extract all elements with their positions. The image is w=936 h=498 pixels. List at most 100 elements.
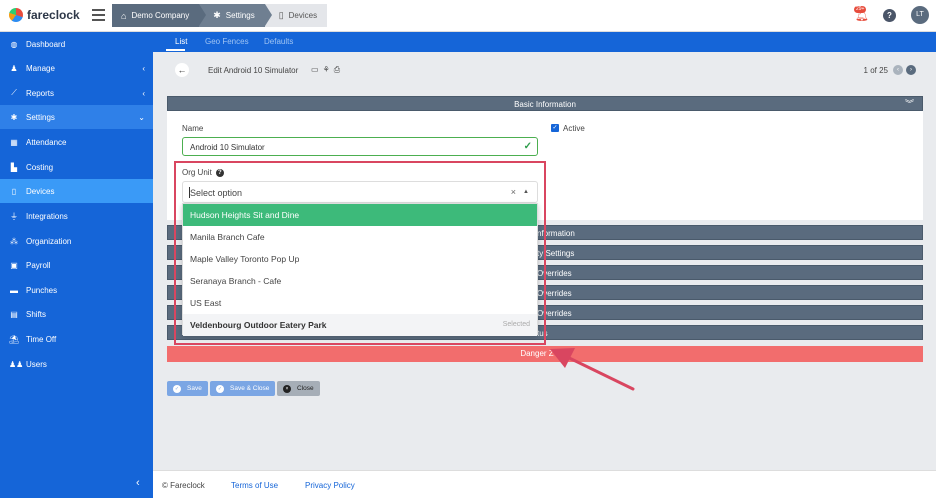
id-card-icon[interactable]: ▭ — [311, 65, 323, 74]
dashboard-icon: ◍ — [10, 39, 18, 49]
org-unit-dropdown: Hudson Heights Sit and Dine Manila Branc… — [182, 203, 538, 336]
active-tab-indicator — [166, 49, 185, 51]
breadcrumb: ⌂ Demo Company ✱ Settings ▯ Devices — [112, 4, 328, 27]
punch-icon: ▬ — [10, 285, 18, 295]
dropdown-option-selected[interactable]: Veldenbourg Outdoor Eatery Park Selected — [183, 314, 537, 336]
bike-icon[interactable]: ⚘ — [323, 65, 334, 74]
tab-bar: List Geo Fences Defaults — [153, 32, 936, 52]
sidebar-item-label: Users — [26, 359, 47, 369]
chevron-icon[interactable]: ‹ — [142, 89, 145, 98]
plug-icon: ⏚ — [10, 211, 18, 221]
dropdown-option[interactable]: Manila Branch Cafe — [183, 226, 537, 248]
sidebar-item-label: Attendance — [26, 137, 67, 147]
device-icon: ▯ — [278, 10, 284, 20]
sidebar-item-payroll[interactable]: ▣ Payroll — [0, 253, 153, 277]
app-name: fareclock — [27, 8, 80, 22]
logo-mark-icon — [9, 8, 23, 22]
sidebar-item-label: Payroll — [26, 260, 51, 270]
save-button[interactable]: ✓ Save — [167, 381, 208, 396]
payroll-icon: ▣ — [10, 260, 18, 270]
print-icon[interactable]: ⎙ — [334, 65, 344, 74]
copyright: © Fareclock — [162, 481, 205, 490]
home-icon: ⌂ — [121, 10, 127, 21]
check-circle-icon: ✓ — [173, 384, 181, 393]
pager-text: 1 of 25 — [863, 65, 888, 75]
notifications-button[interactable]: 🔔︎ 29+ — [853, 6, 871, 24]
org-unit-select[interactable]: Select option × ▲ — [182, 181, 538, 203]
sidebar-collapse-icon[interactable]: ‹ — [136, 477, 140, 489]
sidebar-item-dashboard[interactable]: ◍ Dashboard — [0, 32, 153, 56]
sidebar-item-settings[interactable]: ✱ Settings ⌄ — [0, 105, 153, 129]
chevron-icon[interactable]: ⌄ — [138, 113, 145, 122]
sidebar-item-label: Settings — [26, 112, 55, 122]
sidebar-item-label: Shifts — [26, 309, 47, 319]
prev-record-icon[interactable]: ‹ — [893, 65, 903, 75]
dropdown-option[interactable]: Seranaya Branch - Cafe — [183, 270, 537, 292]
close-circle-icon: × — [283, 384, 291, 393]
breadcrumb-company[interactable]: ⌂ Demo Company — [112, 4, 207, 27]
notification-badge: 29+ — [854, 6, 867, 13]
top-bar: fareclock ⌂ Demo Company ✱ Settings ▯ Devic… — [0, 0, 936, 32]
active-checkbox[interactable]: ✓ — [551, 124, 559, 132]
dropdown-option[interactable]: Maple Valley Toronto Pop Up — [183, 248, 537, 270]
timeoff-icon: ⛱ — [9, 334, 20, 344]
org-unit-label: Org Unit? — [182, 168, 224, 177]
sidebar-item-punches[interactable]: ▬ Punches — [0, 278, 153, 302]
chevron-icon[interactable]: ‹ — [142, 64, 145, 73]
privacy-link[interactable]: Privacy Policy — [305, 481, 355, 490]
tab-defaults[interactable]: Defaults — [264, 37, 293, 46]
sidebar-item-label: Devices — [26, 186, 55, 196]
sidebar-item-integrations[interactable]: ⏚ Integrations — [0, 204, 153, 228]
breadcrumb-settings[interactable]: ✱ Settings — [199, 4, 273, 27]
pager: 1 of 25 ‹ › — [864, 65, 916, 75]
record-toolbar: ← Edit Android 10 Simulator ▭⚘⎙ 1 of 25 … — [153, 56, 936, 82]
sidebar-item-organization[interactable]: ⁂ Organization — [0, 229, 153, 253]
basic-info-header[interactable]: Basic Information ︾ — [167, 96, 923, 111]
sidebar-item-reports[interactable]: ⟋ Reports ‹ — [0, 81, 153, 105]
sidebar-item-label: Reports — [26, 88, 55, 98]
sidebar-item-users[interactable]: ♟♟ Users — [0, 352, 153, 376]
help-icon[interactable]: ? — [215, 168, 224, 177]
app-logo[interactable]: fareclock — [9, 8, 80, 22]
sidebar-item-shifts[interactable]: ▤ Shifts — [0, 302, 153, 326]
check-circle-icon: ✓ — [216, 384, 224, 393]
device-icon: ▯ — [11, 186, 17, 196]
check-icon: ✓ — [523, 141, 532, 152]
dropdown-option[interactable]: US East — [183, 292, 537, 314]
chart-icon: ⟋ — [11, 88, 17, 97]
terms-link[interactable]: Terms of Use — [231, 481, 278, 490]
collapse-chevron-icon[interactable]: ︾ — [905, 97, 914, 112]
close-button[interactable]: × Close — [277, 381, 320, 396]
tab-geo-fences[interactable]: Geo Fences — [205, 37, 249, 46]
active-label: Active — [563, 124, 585, 133]
footer: © Fareclock Terms of Use Privacy Policy — [153, 470, 936, 498]
person-icon: ♟ — [10, 63, 18, 73]
sidebar-item-label: Time Off — [26, 334, 57, 344]
dropdown-option[interactable]: Hudson Heights Sit and Dine — [183, 204, 537, 226]
sidebar-item-time-off[interactable]: ⛱ Time Off — [0, 327, 153, 351]
tab-list[interactable]: List — [175, 37, 187, 46]
name-input[interactable]: Android 10 Simulator ✓ — [182, 137, 538, 156]
back-arrow-icon[interactable]: ← — [175, 63, 189, 77]
annotation-arrow-icon — [550, 348, 635, 391]
org-icon: ⁂ — [10, 236, 18, 246]
sidebar-item-label: Costing — [26, 162, 54, 172]
sidebar-item-costing[interactable]: ▙ Costing — [0, 155, 153, 179]
clear-icon[interactable]: × — [511, 187, 516, 197]
avatar[interactable]: LT — [911, 6, 929, 24]
caret-up-icon[interactable]: ▲ — [523, 189, 529, 195]
menu-icon[interactable] — [92, 9, 105, 21]
sidebar-item-devices[interactable]: ▯ Devices — [0, 179, 153, 203]
save-close-button[interactable]: ✓ Save & Close — [210, 381, 276, 396]
sidebar-item-manage[interactable]: ♟ Manage ‹ — [0, 56, 153, 80]
help-button[interactable]: ? — [883, 8, 896, 22]
next-record-icon[interactable]: › — [906, 65, 916, 75]
users-icon: ♟♟ — [9, 359, 24, 369]
attendance-icon: ▦ — [10, 137, 18, 147]
sidebar-item-attendance[interactable]: ▦ Attendance — [0, 130, 153, 154]
costing-icon: ▙ — [10, 162, 18, 172]
sidebar-item-label: Manage — [26, 63, 55, 73]
sidebar-item-label: Organization — [26, 236, 72, 246]
name-value: Android 10 Simulator — [190, 143, 265, 152]
sidebar-item-label: Integrations — [26, 211, 68, 221]
